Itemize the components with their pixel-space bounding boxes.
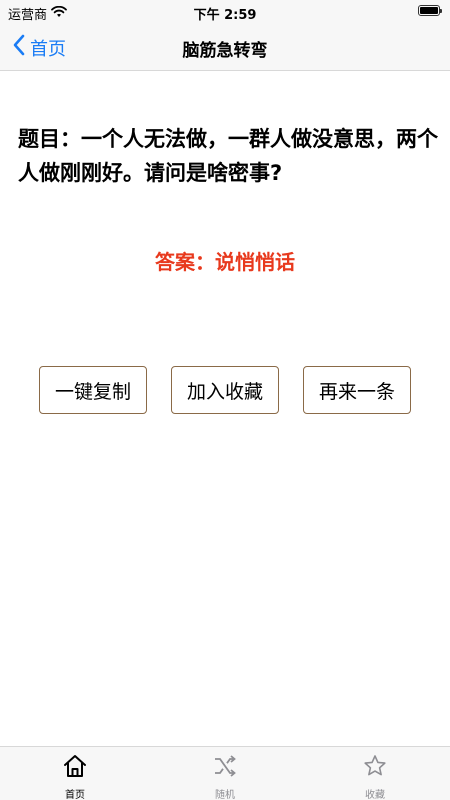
tab-favorites-label: 收藏 — [365, 790, 385, 800]
battery-icon — [418, 5, 442, 16]
status-time: 下午 2:59 — [193, 8, 257, 23]
tab-home[interactable]: 首页 — [25, 753, 125, 800]
screen: 运营商 下午 2:59 首页 脑筋急转弯 题目：一个人无法做，一群人做没意思，两… — [0, 0, 450, 800]
add-favorite-button[interactable]: 加入收藏 — [171, 366, 279, 414]
navigation-bar: 首页 脑筋急转弯 — [0, 24, 450, 71]
star-icon — [362, 753, 388, 783]
answer-text: 答案：说悄悄话 — [155, 250, 295, 274]
tab-home-label: 首页 — [65, 790, 85, 800]
tab-random-label: 随机 — [215, 790, 235, 800]
tab-favorites[interactable]: 收藏 — [325, 753, 425, 800]
home-icon — [62, 753, 88, 783]
question-text: 题目：一个人无法做，一群人做没意思，两个人做刚刚好。请问是啥密事? — [18, 127, 438, 185]
shuffle-icon — [212, 753, 238, 783]
copy-button[interactable]: 一键复制 — [39, 366, 147, 414]
tab-bar: 首页 随机 收藏 — [0, 746, 450, 800]
tab-random[interactable]: 随机 — [175, 753, 275, 800]
status-bar: 运营商 下午 2:59 — [0, 0, 450, 24]
next-riddle-button[interactable]: 再来一条 — [303, 366, 411, 414]
status-right — [418, 5, 442, 16]
page-title: 脑筋急转弯 — [182, 41, 268, 61]
